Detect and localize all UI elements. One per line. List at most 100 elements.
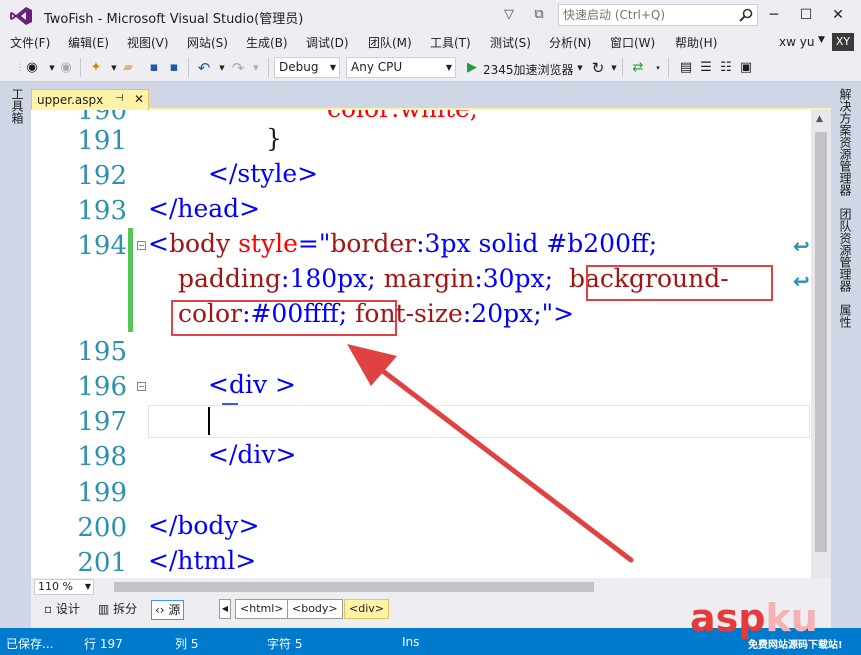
- close-button[interactable]: ✕: [828, 5, 848, 25]
- feedback-icon[interactable]: ⧉: [530, 6, 548, 24]
- status-char: 字符 5: [267, 637, 303, 651]
- quick-launch[interactable]: [558, 4, 758, 26]
- scroll-up-icon[interactable]: ▲: [816, 114, 823, 124]
- menu-team[interactable]: 团队(M): [368, 34, 412, 51]
- play-icon[interactable]: ▶: [464, 60, 480, 76]
- left-tool-strip: 工具箱: [0, 82, 31, 628]
- visual-studio-logo-icon: [10, 7, 32, 25]
- line-number: 196: [77, 372, 127, 402]
- avatar[interactable]: XY: [832, 33, 854, 51]
- toolbar-separator: [622, 58, 623, 77]
- tab-upper-aspx[interactable]: upper.aspx ⊣ ✕: [31, 89, 149, 110]
- line-number: 195: [77, 337, 127, 367]
- menu-build[interactable]: 生成(B): [246, 34, 288, 51]
- vertical-scrollbar[interactable]: ▲: [811, 110, 831, 578]
- line-number: 191: [77, 126, 127, 156]
- quick-launch-input[interactable]: [559, 5, 734, 25]
- code-line: </head>: [148, 194, 261, 223]
- line-number: 200: [77, 513, 127, 543]
- code-editor[interactable]: 190 191 192 193 194 195 196 197 198 199 …: [31, 110, 811, 578]
- breadcrumb-div[interactable]: <div>: [344, 599, 389, 619]
- chevron-down-icon[interactable]: ▼: [606, 60, 622, 76]
- forward-icon[interactable]: ◉: [58, 60, 74, 76]
- chevron-down-icon[interactable]: ▾: [650, 60, 666, 76]
- menu-website[interactable]: 网站(S): [187, 34, 228, 51]
- design-view-button[interactable]: ▫ 设计: [41, 600, 83, 620]
- tab-label: upper.aspx: [37, 93, 104, 107]
- menu-analyze[interactable]: 分析(N): [549, 34, 591, 51]
- menu-window[interactable]: 窗口(W): [610, 34, 655, 51]
- annotation-arrow: [347, 344, 634, 563]
- chevron-down-icon: ▼: [329, 63, 336, 72]
- pin-icon[interactable]: ⊣: [115, 93, 124, 104]
- horizontal-scroll-thumb[interactable]: [114, 582, 594, 592]
- solution-explorer-tab[interactable]: 解决方案资源管理器: [837, 88, 854, 196]
- config-value: Debug: [279, 60, 319, 74]
- menu-view[interactable]: 视图(V): [127, 34, 169, 51]
- menu-bar: 文件(F) 编辑(E) 视图(V) 网站(S) 生成(B) 调试(D) 团队(M…: [0, 31, 861, 53]
- toolbox-tab[interactable]: 工具箱: [9, 88, 26, 124]
- text-caret: [208, 407, 210, 435]
- code-line-194: <body style="border:3px solid #b200ff;: [148, 229, 658, 258]
- save-all-icon[interactable]: ▪: [166, 60, 182, 76]
- format-document-icon[interactable]: ▤: [678, 60, 694, 76]
- open-folder-icon[interactable]: ▰: [120, 60, 136, 76]
- new-project-icon[interactable]: ✦: [88, 60, 104, 76]
- platform-select[interactable]: Any CPU ▼: [346, 57, 456, 78]
- split-view-button[interactable]: ▥ 拆分: [95, 600, 140, 620]
- bookmark-icon[interactable]: ▣: [738, 60, 754, 76]
- breadcrumb-html[interactable]: <html>: [235, 599, 289, 619]
- fold-toggle[interactable]: −: [137, 382, 146, 391]
- menu-test[interactable]: 测试(S): [490, 34, 531, 51]
- undo-icon[interactable]: ↶: [196, 60, 212, 76]
- chevron-down-icon: ▼: [445, 63, 452, 72]
- line-number: 197: [77, 407, 127, 437]
- menu-tools[interactable]: 工具(T): [430, 34, 471, 51]
- line-number: 190: [77, 110, 127, 126]
- toolbar-separator: [188, 58, 189, 77]
- zoom-select[interactable]: 110 % ▼: [34, 579, 94, 595]
- chevron-down-icon[interactable]: ▼: [818, 35, 825, 45]
- fold-toggle[interactable]: −: [137, 241, 146, 250]
- word-wrap-glyph-icon: ↩: [793, 269, 810, 293]
- minimize-button[interactable]: ─: [764, 5, 784, 25]
- team-explorer-tab[interactable]: 团队资源管理器: [837, 208, 854, 292]
- code-line: </body>: [148, 511, 260, 540]
- platform-value: Any CPU: [351, 60, 403, 74]
- browser-link-icon[interactable]: ⇄: [630, 60, 646, 76]
- word-wrap-glyph-icon: ↩: [793, 234, 810, 258]
- crumb-prev-icon[interactable]: ◀: [219, 599, 231, 619]
- menu-help[interactable]: 帮助(H): [675, 34, 717, 51]
- run-target[interactable]: 2345加速浏览器: [483, 61, 574, 78]
- source-view-button[interactable]: ‹› 源: [151, 600, 185, 620]
- chevron-down-icon[interactable]: ▼: [214, 60, 230, 76]
- highlight-box-background: [586, 265, 773, 301]
- code-line: <div >: [208, 370, 296, 399]
- uncomment-icon[interactable]: ☷: [718, 60, 734, 76]
- right-tool-strip: 解决方案资源管理器 团队资源管理器 属性: [831, 82, 861, 628]
- line-number: 192: [77, 161, 127, 191]
- toolbar: ⋮ ◉ ▼ ◉ ✦ ▼ ▰ ▪ ▪ ↶ ▼ ↷ ▼ Debug ▼ Any CP…: [0, 53, 861, 82]
- maximize-button[interactable]: ☐: [796, 5, 816, 25]
- comment-icon[interactable]: ☰: [698, 60, 714, 76]
- config-select[interactable]: Debug ▼: [274, 57, 340, 78]
- save-icon[interactable]: ▪: [146, 60, 162, 76]
- filter-icon[interactable]: ▽: [500, 6, 518, 24]
- code-line: color:white;: [327, 110, 478, 123]
- redo-icon[interactable]: ↷: [230, 60, 246, 76]
- properties-tab[interactable]: 属性: [837, 304, 854, 328]
- status-line: 行 197: [84, 637, 123, 651]
- search-icon[interactable]: [738, 7, 754, 23]
- breadcrumb-body[interactable]: <body>: [287, 599, 343, 619]
- scroll-thumb[interactable]: [815, 132, 827, 552]
- zoom-value: 110 %: [38, 580, 73, 593]
- back-icon[interactable]: ◉: [24, 60, 40, 76]
- chevron-down-icon[interactable]: ▼: [248, 60, 264, 76]
- menu-edit[interactable]: 编辑(E): [68, 34, 109, 51]
- menu-file[interactable]: 文件(F): [10, 34, 50, 51]
- refresh-icon[interactable]: ↻: [590, 60, 606, 76]
- menu-debug[interactable]: 调试(D): [306, 34, 349, 51]
- chevron-down-icon[interactable]: ▼: [572, 60, 588, 76]
- user-name[interactable]: xw yu: [779, 35, 814, 49]
- close-icon[interactable]: ✕: [134, 92, 144, 106]
